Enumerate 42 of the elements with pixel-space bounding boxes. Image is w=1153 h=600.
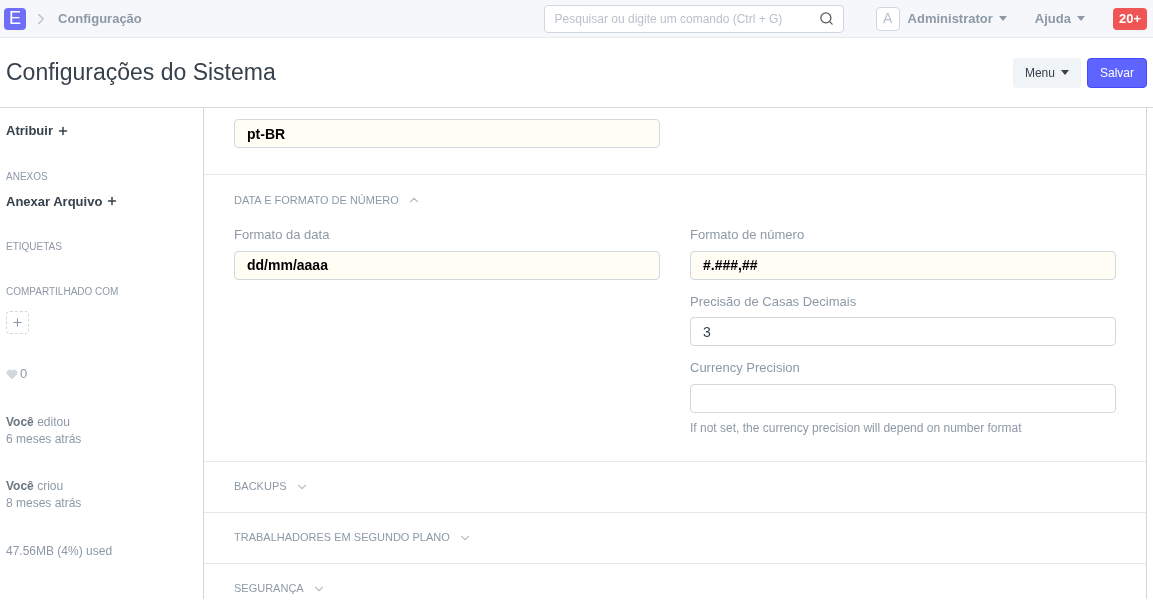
section-toggle[interactable]: DATA E FORMATO DE NÚMERO	[234, 175, 421, 225]
page-title: Configurações do Sistema	[6, 58, 276, 88]
breadcrumb-link[interactable]: Configuração	[58, 8, 142, 29]
like-count: 0	[20, 365, 28, 383]
field-label: Formato de número	[690, 226, 806, 244]
notification-badge[interactable]: 20+	[1112, 7, 1147, 30]
menu-button[interactable]: Menu	[1012, 57, 1081, 88]
activity-time: 8 meses atrás	[6, 494, 83, 512]
storage-usage: 47.56MB (4%) used	[6, 542, 114, 560]
save-button[interactable]: Salvar	[1087, 57, 1147, 88]
attach-file-button[interactable]: Anexar Arquivo	[6, 191, 119, 211]
help-text: If not set, the currency precision will depend on number format	[690, 419, 1023, 437]
input-field[interactable]: dd/mm/aaaa	[234, 250, 660, 280]
field-label: Formato da data	[234, 226, 331, 244]
field-label: Currency Precision	[690, 359, 801, 377]
caret-icon	[1061, 70, 1069, 75]
section-toggle[interactable]: TRABALHADORES EM SEGUNDO PLANO	[234, 512, 472, 563]
help-menu[interactable]: Ajuda	[1034, 8, 1085, 29]
section-heading: ETIQUETAS	[6, 240, 63, 254]
add-share-button[interactable]	[6, 311, 29, 334]
input-field[interactable]: #.###,##	[690, 250, 1116, 280]
field-label: Precisão de Casas Decimais	[690, 292, 858, 311]
search-icon	[818, 10, 834, 26]
activity-time: 6 meses atrás	[6, 430, 83, 448]
plus-icon	[11, 316, 24, 329]
caret-icon	[998, 16, 1007, 21]
section-heading: COMPARTILHADO COM	[6, 285, 120, 299]
input-field[interactable]: 3	[690, 317, 1116, 346]
search-field[interactable]: Pesquisar ou digite um comando (Ctrl + G)	[543, 4, 844, 33]
user-menu[interactable]: Administrator	[907, 8, 1007, 29]
section-heading: ANEXOS	[6, 169, 49, 184]
plus-icon	[56, 124, 69, 137]
assign-button[interactable]: Atribuir	[6, 121, 69, 141]
caret-icon	[1076, 16, 1085, 21]
app-logo[interactable]: E	[4, 7, 26, 30]
section-toggle[interactable]: BACKUPS	[234, 461, 309, 512]
activity-text: Você editou	[6, 413, 71, 431]
activity-text: Você criou	[6, 477, 65, 495]
section-toggle[interactable]: SEGURANÇA	[234, 563, 326, 600]
input-field[interactable]: pt-BR	[234, 119, 660, 148]
heart-icon[interactable]	[6, 367, 18, 380]
plus-icon	[106, 195, 119, 208]
